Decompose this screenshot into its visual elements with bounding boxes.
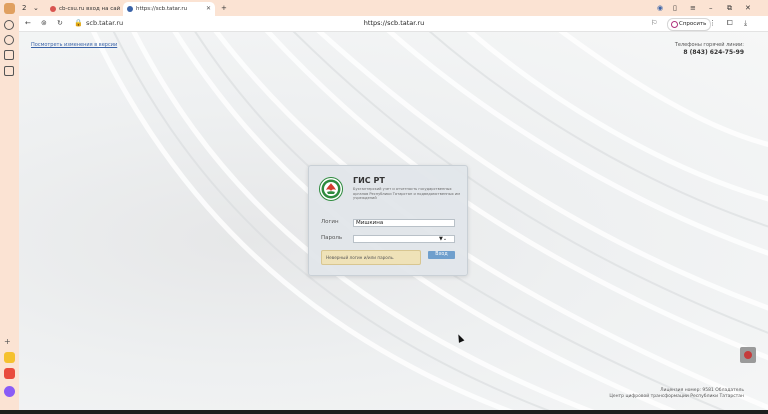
support-widget-icon[interactable] (740, 347, 756, 363)
bookmark-icon[interactable]: ⚐ (651, 16, 657, 31)
address-host[interactable]: scb.tatar.ru (86, 16, 123, 31)
tab-strip: 2 ⌄ cb-csu.ru вход на сай https://scb.ta… (19, 0, 768, 16)
login-label: Логин (321, 219, 339, 225)
error-message: Неверный логин и/или пароль. (321, 250, 421, 265)
new-tab-button[interactable]: + (221, 2, 227, 14)
bookmark-panel-icon[interactable]: ▯ (673, 2, 677, 14)
hotline-phone: 8 (843) 624-75-99 (683, 49, 744, 56)
menu-icon[interactable]: ≡ (690, 2, 696, 14)
tab-count[interactable]: 2 (22, 2, 26, 14)
reload-icon[interactable]: ↻ (57, 16, 63, 31)
app-description: Бухгалтерский учет и отчетность государс… (353, 187, 460, 201)
license-footer: Лицензия номер: 9581 Обладатель Центр ци… (609, 388, 744, 400)
alice-icon[interactable] (4, 386, 15, 397)
chevron-down-icon[interactable]: ⌄ (33, 2, 39, 14)
download-icon[interactable]: ⤓ (744, 16, 747, 31)
profile-avatar[interactable] (4, 3, 15, 14)
address-bar-url[interactable]: https://scb.tatar.ru (319, 16, 469, 31)
app-notes-icon[interactable] (4, 352, 15, 363)
login-card: ГИС РТ Бухгалтерский учет и отчетность г… (308, 165, 468, 276)
tab-csu[interactable]: cb-csu.ru вход на сай (46, 2, 134, 16)
counter-icon[interactable] (4, 50, 14, 60)
tabs-icon[interactable] (4, 66, 14, 76)
minimize-icon[interactable]: – (709, 2, 713, 14)
site-settings-icon[interactable]: ⊚ (41, 16, 47, 31)
add-icon[interactable]: + (4, 338, 14, 348)
more-icon[interactable]: ⋮ (709, 16, 716, 31)
app-title: ГИС РТ (353, 176, 385, 185)
ask-alice-button[interactable]: Спросить (667, 18, 712, 31)
gis-rt-logo (319, 177, 343, 201)
password-manager-icon[interactable]: ▼⌄ (439, 236, 447, 243)
browser-toolbar: ← ⊚ ↻ 🔒 scb.tatar.ru https://scb.tatar.r… (19, 16, 768, 32)
back-icon[interactable]: ← (25, 16, 31, 31)
tab-favicon (127, 5, 133, 12)
lock-icon: 🔒 (74, 19, 83, 27)
hotline-info: Телефоны горячей линии: 8 (843) 624-75-9… (675, 42, 744, 56)
app-market-icon[interactable] (4, 368, 15, 379)
collections-icon[interactable]: ◉ (657, 2, 663, 14)
history-icon[interactable] (4, 20, 14, 30)
page-content: Посмотреть изменения в версии Телефоны г… (19, 32, 768, 410)
owner-line: Центр цифровой трансформации Республики … (609, 394, 744, 399)
password-label: Пароль (321, 235, 343, 241)
browser-sidebar: + (0, 0, 19, 410)
old-version-link[interactable]: Посмотреть изменения в версии (31, 42, 117, 48)
browser-window: + 2 ⌄ cb-csu.ru вход на сай https://scb.… (0, 0, 768, 410)
hotline-label: Телефоны горячей линии: (674, 42, 744, 48)
tab-favicon (50, 5, 56, 12)
tab-title: https://scb.tatar.ru (136, 6, 188, 12)
share-icon[interactable]: ⧠ (727, 16, 733, 31)
close-window-icon[interactable]: ✕ (745, 2, 751, 14)
play-icon[interactable] (4, 35, 14, 45)
close-tab-icon[interactable]: ✕ (206, 2, 211, 16)
login-button[interactable]: Вход (428, 251, 455, 259)
tab-title: cb-csu.ru вход на сай (59, 6, 121, 12)
restore-icon[interactable]: ⧉ (727, 2, 732, 14)
login-input[interactable]: Мишкина (353, 219, 455, 227)
tab-scb[interactable]: https://scb.tatar.ru ✕ (123, 2, 215, 16)
